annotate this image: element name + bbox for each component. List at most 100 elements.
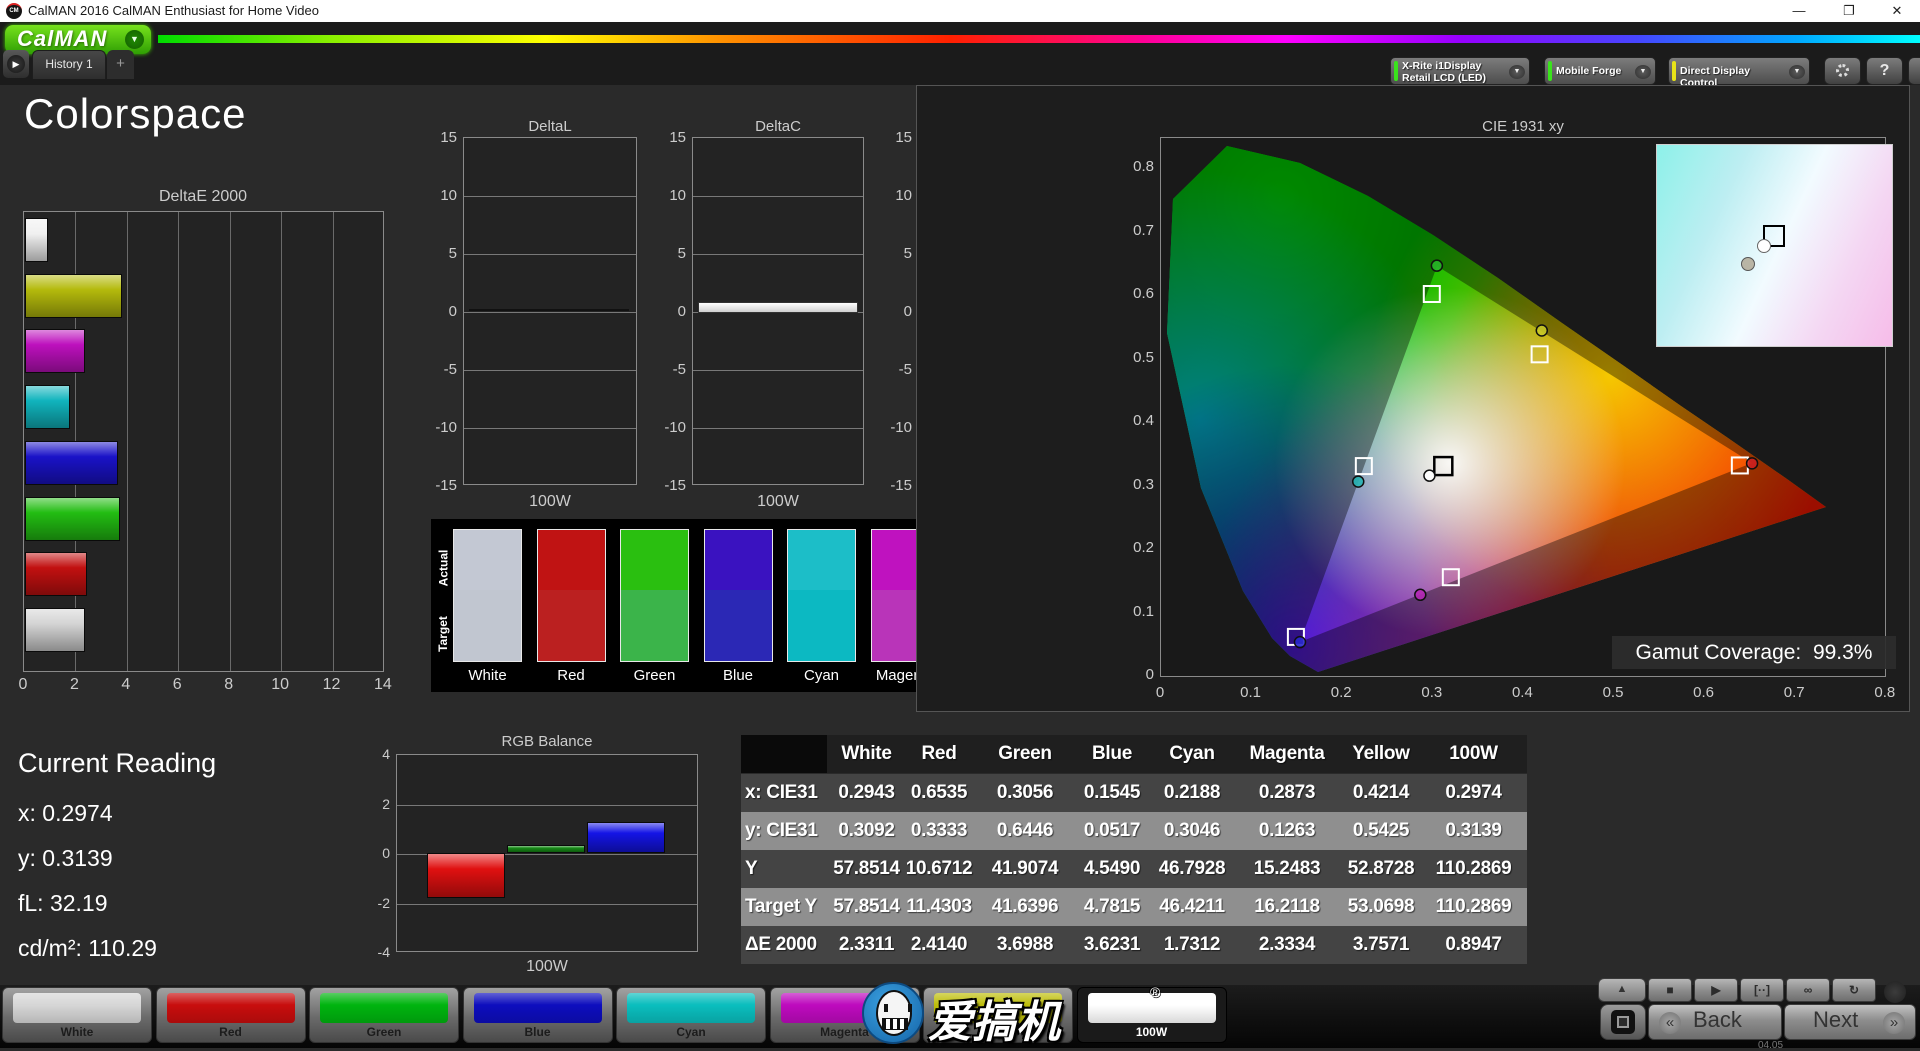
table-cell: 0.2943	[838, 782, 895, 803]
table-col-header: Red	[921, 743, 957, 764]
transport-stop-button[interactable]: ■	[1648, 978, 1692, 1002]
current-reading-title: Current Reading	[18, 748, 217, 778]
cie-measured-red	[1745, 457, 1759, 470]
table-row: Y 57.8514 10.6712 41.9074 4.5490 46.7928 15.24…	[741, 850, 1527, 888]
expand-controls-button[interactable]: ▲	[1598, 978, 1646, 1002]
pattern-button-blue[interactable]: Blue	[462, 987, 613, 1043]
table-cell: 11.4303	[906, 896, 972, 917]
rgb-y-tick: 4	[382, 746, 390, 762]
table-cell: 0.5425	[1352, 820, 1410, 841]
pattern-button-magenta[interactable]: Magenta	[769, 987, 920, 1043]
table-cell: 2.3334	[1258, 934, 1316, 955]
pattern-swatch	[780, 993, 909, 1023]
table-cell: 2.3311	[838, 934, 895, 955]
pattern-swatch	[320, 993, 448, 1023]
cie-measured-yellow	[1535, 324, 1549, 337]
rgb-bar-blue	[587, 821, 665, 853]
table-cell: 2.4140	[910, 934, 968, 955]
cie-y-tick: 0.8	[1133, 158, 1154, 175]
deltae-x-tick: 10	[271, 676, 289, 693]
pattern-label: Green	[366, 1025, 402, 1039]
status-led	[1884, 981, 1906, 1003]
table-row: ΔE 2000 2.3311 2.4140 3.6988 3.6231 1.7312 2.3…	[741, 926, 1527, 964]
table-row-label: Target Y	[745, 896, 817, 917]
cropped-corner-text: 04.05	[1758, 1040, 1784, 1051]
table-col-header: Magenta	[1249, 743, 1325, 764]
pattern-swatch	[934, 993, 1062, 1023]
whitepoint-zoom-inset	[1656, 144, 1893, 347]
table-row: Target Y 57.8514 11.4303 41.6396 4.7815 46.42…	[741, 888, 1527, 926]
table-cell: 10.6712	[905, 858, 973, 879]
transport-infinity-button[interactable]: ∞	[1786, 978, 1830, 1002]
table-cell: 3.6988	[996, 934, 1054, 955]
rgb-y-tick: 2	[382, 795, 390, 812]
table-cell: 4.5490	[1083, 858, 1141, 879]
table-cell: 0.2188	[1163, 782, 1221, 803]
table-cell: 3.6231	[1083, 934, 1141, 955]
pattern-button-100w[interactable]: 100W	[1076, 987, 1227, 1043]
table-col-header: 100W	[1449, 743, 1498, 764]
transport-refresh-button[interactable]: ↻	[1832, 978, 1876, 1002]
pattern-window-button[interactable]	[1600, 1004, 1646, 1040]
pattern-label: White	[60, 1025, 94, 1039]
cie-x-tick: 0.2	[1330, 684, 1352, 701]
deltae-x-tick: 14	[374, 676, 392, 693]
deltae-x-tick: 0	[18, 676, 28, 693]
pattern-swatch	[627, 993, 755, 1023]
table-cell: 46.7928	[1158, 858, 1226, 879]
cie-measured-cyan	[1351, 475, 1365, 488]
cie-x-tick: 0.4	[1511, 684, 1533, 701]
pattern-swatch	[473, 993, 602, 1023]
table-row-label: Y	[745, 858, 758, 879]
transport-play-button[interactable]: ▶	[1694, 978, 1738, 1002]
pattern-label: Blue	[524, 1025, 551, 1039]
back-button[interactable]: « Back	[1648, 1004, 1782, 1040]
next-button[interactable]: Next »	[1784, 1004, 1916, 1040]
table-cell: 57.8514	[833, 858, 900, 879]
pattern-button-cyan[interactable]: Cyan	[616, 987, 766, 1043]
table-col-header: Blue	[1092, 743, 1132, 764]
gamut-coverage-readout: Gamut Coverage: 99.3%	[1612, 636, 1896, 669]
table-cell: 0.3056	[996, 782, 1054, 803]
cie-measured-magenta	[1414, 588, 1427, 602]
pattern-window-icon	[1611, 1010, 1635, 1034]
pattern-button-green[interactable]: Green	[309, 987, 459, 1043]
table-cell: 0.0517	[1083, 820, 1141, 841]
table-cell: 3.7571	[1352, 934, 1410, 955]
table-col-header: White	[841, 743, 892, 764]
table-cell: 0.3139	[1445, 820, 1502, 841]
table-col-header: Yellow	[1352, 743, 1410, 764]
table-cell: 0.3333	[910, 820, 968, 841]
cie-y-tick: 0	[1145, 666, 1154, 683]
reading-1: y: 0.3139	[18, 845, 113, 871]
rgb-bar-green	[507, 844, 585, 853]
pattern-button-white[interactable]: White	[2, 987, 152, 1043]
transport-range-button[interactable]: [··]	[1740, 978, 1784, 1002]
table-cell: 16.2118	[1254, 896, 1320, 917]
gridline	[397, 903, 697, 905]
table-col-header: Cyan	[1169, 743, 1215, 764]
pattern-button-red[interactable]: Red	[155, 987, 306, 1043]
table-cell: 52.8728	[1347, 858, 1415, 879]
table-corner-cell	[741, 735, 827, 773]
table-cell: 15.2483	[1253, 858, 1321, 879]
deltae-x-tick: 8	[224, 676, 234, 693]
cie-x-tick: 0.5	[1602, 684, 1624, 701]
rgb-balance-category: 100W	[526, 958, 568, 975]
table-header-row: White Red Green Blue Cyan Magenta Yellow 100W	[741, 735, 1527, 773]
infinity-icon: ∞	[1803, 983, 1813, 997]
pattern-swatch	[166, 993, 295, 1023]
pattern-label: Yellow	[979, 1025, 1017, 1039]
back-chevron-icon: «	[1659, 1012, 1681, 1034]
pattern-button-yellow[interactable]: Yellow	[923, 987, 1073, 1043]
cie-measured-blue	[1293, 635, 1307, 649]
table-cell: 0.8947	[1445, 934, 1502, 955]
pattern-label: Magenta	[820, 1025, 869, 1039]
table-row-label: y: CIE31	[745, 820, 818, 841]
rgb-y-tick: 0	[382, 845, 390, 861]
table-cell: 0.1545	[1083, 782, 1141, 803]
table-cell: 46.4211	[1159, 896, 1225, 917]
cie-x-tick: 0	[1155, 684, 1165, 701]
cie-y-tick: 0.4	[1133, 412, 1154, 429]
rgb-y-tick: -4	[377, 944, 390, 960]
